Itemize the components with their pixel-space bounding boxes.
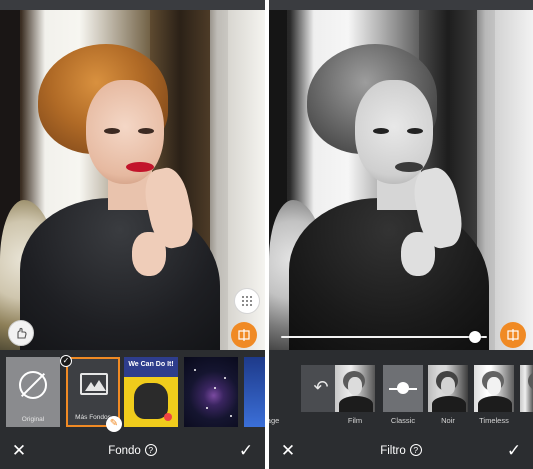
- panel-title: Filtro?: [269, 444, 533, 457]
- compare-split-icon: [507, 329, 519, 341]
- photo-hand-lower: [401, 232, 435, 276]
- filter-editor-panel: tage ↶ Film Classic Noir Timeless ✕: [269, 0, 533, 469]
- filter-intensity-slider[interactable]: [281, 330, 487, 344]
- filter-label: Film: [347, 416, 363, 425]
- filter-tile-partial[interactable]: [520, 365, 533, 412]
- checkmark-icon: ✓: [506, 441, 522, 460]
- poster-dot: [164, 413, 172, 421]
- status-bar: [269, 0, 533, 10]
- compare-button[interactable]: [231, 322, 257, 348]
- background-tile-blue[interactable]: [244, 357, 265, 427]
- filter-tile-timeless[interactable]: [474, 365, 514, 412]
- filter-tile-film[interactable]: [335, 365, 375, 412]
- panel-title: Fondo?: [0, 444, 265, 457]
- slider-track: [281, 336, 487, 338]
- background-options-strip: Original Más Fondos We Can Do It!: [0, 350, 265, 434]
- bottom-toolbar: ✕ Filtro? ✓: [269, 434, 533, 469]
- no-background-icon: [19, 371, 47, 399]
- filter-label: Timeless: [479, 416, 509, 425]
- background-tile-label: Original: [21, 416, 45, 423]
- poster-figure: [134, 383, 168, 419]
- filter-thumbnail-dress: [432, 396, 466, 412]
- status-bar: [0, 0, 265, 10]
- filter-label-partial: tage: [269, 416, 280, 425]
- filter-thumbnail: [520, 365, 533, 412]
- filter-label: Classic: [390, 416, 416, 425]
- galaxy-star: [206, 407, 208, 409]
- filter-options-strip: tage ↶ Film Classic Noir Timeless: [269, 350, 533, 434]
- background-tile-galaxy[interactable]: [184, 357, 238, 427]
- galaxy-star: [194, 369, 196, 371]
- photo-eye-left: [104, 128, 120, 134]
- slider-knob[interactable]: [469, 331, 482, 343]
- brush-button[interactable]: [8, 320, 34, 346]
- image-gallery-icon: [80, 373, 108, 395]
- panel-title-text: Fondo: [108, 445, 141, 457]
- dots-menu-icon: [242, 296, 252, 306]
- filter-thumbnail-dress: [478, 396, 512, 412]
- photo-curtain-right: [495, 10, 533, 350]
- filter-tile-noir[interactable]: [428, 365, 468, 412]
- galaxy-star: [224, 377, 226, 379]
- help-circle-icon[interactable]: ?: [144, 444, 157, 456]
- classic-slider-knob: [397, 382, 409, 394]
- checkmark-icon: ✓: [62, 356, 70, 365]
- photo-canvas[interactable]: [269, 10, 533, 350]
- photo-canvas[interactable]: [0, 10, 265, 350]
- checkmark-icon: ✓: [238, 441, 254, 460]
- options-button[interactable]: [234, 288, 260, 314]
- photo-lips: [126, 162, 154, 172]
- galaxy-star: [230, 415, 232, 417]
- photo-hand-lower: [132, 232, 166, 276]
- poster-text: We Can Do It!: [128, 361, 174, 368]
- background-editor-panel: Original Más Fondos We Can Do It! ✓ ✎ ✕ …: [0, 0, 265, 469]
- photo-eye-left: [373, 128, 389, 134]
- confirm-button[interactable]: ✓: [505, 442, 523, 460]
- filter-thumbnail-dress: [339, 396, 373, 412]
- help-circle-icon[interactable]: ?: [409, 444, 422, 456]
- selected-badge: ✓: [60, 355, 72, 367]
- compare-button[interactable]: [500, 322, 526, 348]
- filter-tile-classic[interactable]: [383, 365, 423, 412]
- galaxy-star: [214, 387, 216, 389]
- confirm-button[interactable]: ✓: [237, 442, 255, 460]
- bottom-toolbar: ✕ Fondo? ✓: [0, 434, 265, 469]
- background-tile-poster[interactable]: We Can Do It!: [124, 357, 178, 427]
- filter-label: Noir: [441, 416, 455, 425]
- photo-eye-right: [138, 128, 154, 134]
- photo-eye-right: [407, 128, 423, 134]
- background-tile-original[interactable]: Original: [6, 357, 60, 427]
- pencil-icon: ✎: [109, 418, 119, 429]
- compare-split-icon: [238, 329, 250, 341]
- brush-hand-icon: [17, 327, 27, 339]
- panel-title-text: Filtro: [380, 445, 406, 457]
- edit-background-button[interactable]: ✎: [106, 416, 122, 432]
- photo-lips: [395, 162, 423, 172]
